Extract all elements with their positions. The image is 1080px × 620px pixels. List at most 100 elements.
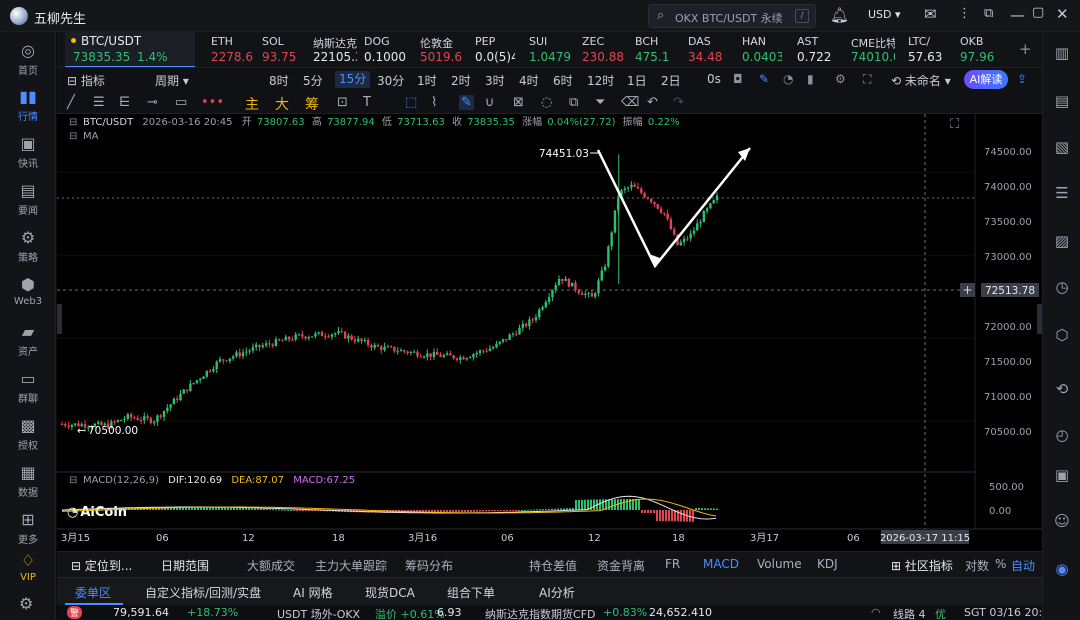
filter-icon[interactable]: ⏷ bbox=[595, 95, 605, 110]
period-dropdown[interactable]: 周期 ▾ bbox=[155, 72, 189, 89]
tab-macd[interactable]: MACD bbox=[703, 557, 739, 571]
sidebar-item-web3[interactable]: ⬢ Web3 bbox=[0, 270, 56, 314]
period-6h[interactable]: 6时 bbox=[553, 72, 573, 89]
ticker-item[interactable]: LTC/57.63 bbox=[908, 32, 946, 67]
notes-icon[interactable]: ▤ bbox=[1043, 92, 1080, 110]
tab-large-trades[interactable]: 大额成交 bbox=[247, 557, 295, 574]
subtab-ai-grid[interactable]: AI 网格 bbox=[293, 584, 333, 601]
list-icon[interactable]: ☰ bbox=[1043, 184, 1080, 202]
period-4h[interactable]: 4时 bbox=[519, 72, 539, 89]
history-icon[interactable]: ◴ bbox=[1043, 426, 1080, 444]
sidebar-item-data[interactable]: ▦ 数据 bbox=[0, 458, 56, 502]
sidebar-item-flash[interactable]: ▣ 快讯 bbox=[0, 129, 56, 173]
ticker-item[interactable]: 纳斯达克22105.3 bbox=[313, 32, 357, 67]
rect-tool-icon[interactable]: ▭ bbox=[175, 95, 187, 110]
period-2h[interactable]: 2时 bbox=[451, 72, 471, 89]
subtab-spot-dca[interactable]: 现货DCA bbox=[365, 584, 415, 601]
tab-divergence[interactable]: 资金背离 bbox=[597, 557, 645, 574]
sidebar-item-assets[interactable]: ▰ 资产 bbox=[0, 317, 56, 361]
sidebar-item-market[interactable]: ▮▮ 行情 bbox=[0, 82, 56, 126]
user-icon[interactable]: ☺ bbox=[1043, 512, 1080, 530]
lock-icon[interactable]: ⊠ bbox=[513, 95, 524, 110]
clock-icon[interactable]: ◷ bbox=[1043, 278, 1080, 296]
period-5m[interactable]: 5分 bbox=[303, 72, 323, 89]
hline-tool-icon[interactable]: ☰ bbox=[93, 95, 105, 110]
tab-big-orders[interactable]: 主力大单跟踪 bbox=[315, 557, 387, 574]
subtab-combo-order[interactable]: 组合下单 bbox=[447, 584, 495, 601]
maximize-icon[interactable]: ▢ bbox=[1032, 5, 1044, 20]
picture-icon[interactable]: ▨ bbox=[1043, 232, 1080, 250]
sidebar-item-strategy[interactable]: ⚙ 策略 bbox=[0, 223, 56, 267]
close-icon[interactable]: ✕ bbox=[1056, 5, 1069, 23]
chip-chips[interactable]: 筹 bbox=[305, 94, 319, 114]
chevrons-icon[interactable]: ⋮ bbox=[958, 6, 971, 21]
mail-icon[interactable]: ✉ bbox=[924, 5, 937, 23]
text-tool-icon[interactable]: T bbox=[363, 95, 371, 110]
shield-icon[interactable]: ⬡ bbox=[1043, 326, 1080, 344]
tab-kdj[interactable]: KDJ bbox=[817, 557, 838, 571]
ticker-item[interactable]: ETH 2278.6 bbox=[211, 32, 255, 67]
period-15m[interactable]: 15分 bbox=[335, 71, 371, 88]
sidebar-item-auth[interactable]: ▩ 授权 bbox=[0, 411, 56, 455]
period-8h[interactable]: 8时 bbox=[269, 72, 289, 89]
magnet-icon[interactable]: ∪ bbox=[485, 95, 495, 110]
chip-main[interactable]: 主 bbox=[245, 94, 259, 114]
indicator-button[interactable]: ⊟ 指标 bbox=[67, 72, 105, 89]
log-scale-toggle[interactable]: 对数 bbox=[965, 557, 989, 574]
connection-line[interactable]: 线路 4 bbox=[893, 606, 926, 620]
period-2d[interactable]: 2日 bbox=[661, 72, 681, 89]
ticker-item[interactable]: ZEC 230.88 bbox=[582, 32, 624, 67]
chart-type-icon[interactable]: ▮ bbox=[807, 72, 814, 86]
add-ticker-icon[interactable]: + bbox=[1019, 40, 1032, 58]
sidebar-item-more[interactable]: ⊞ 更多 bbox=[0, 505, 56, 549]
search-input[interactable]: ⌕ OKX BTC/USDT 永续 / bbox=[648, 4, 816, 28]
draw-active-icon[interactable]: ✎ bbox=[459, 95, 474, 110]
layout-dropdown[interactable]: ⟲ 未命名 ▾ bbox=[891, 72, 951, 89]
panel-icon[interactable]: ▣ bbox=[1043, 466, 1080, 484]
tab-oi-diff[interactable]: 持仓差值 bbox=[529, 557, 577, 574]
ticker-item[interactable]: OKB 97.96 bbox=[960, 32, 1004, 67]
community-indicators-button[interactable]: ⊞ 社区指标 bbox=[891, 557, 953, 574]
ticker-active-btc[interactable]: BTC/USDT 73835.35 1.4% bbox=[65, 32, 195, 67]
fullscreen-icon[interactable]: ⛶ bbox=[863, 72, 871, 87]
eye-icon[interactable]: ◌ bbox=[541, 95, 552, 110]
sidebar-item-home[interactable]: ◎ 首页 bbox=[0, 36, 56, 80]
subtab-ai-analysis[interactable]: AI分析 bbox=[539, 584, 575, 601]
candlestick-chart[interactable]: 74500.00 74000.00 73500.00 73000.00 72000.00… bbox=[57, 114, 1042, 577]
ruler-icon[interactable]: ⌇ bbox=[431, 95, 437, 110]
parallel-tool-icon[interactable]: ⋿ bbox=[119, 95, 130, 110]
alarm-icon[interactable]: ◔ bbox=[783, 72, 793, 86]
sidebar-item-vip[interactable]: ♢ VIP bbox=[0, 546, 56, 590]
currency-select[interactable]: USD ▾ bbox=[868, 8, 901, 21]
tab-fr[interactable]: FR bbox=[665, 557, 680, 571]
orderbook-icon[interactable]: ▧ bbox=[1043, 138, 1080, 156]
tab-chips[interactable]: 筹码分布 bbox=[405, 557, 453, 574]
left-collapse-handle[interactable] bbox=[57, 304, 62, 334]
ticker-item[interactable]: 伦敦金 5019.6 bbox=[420, 32, 465, 67]
tab-volume[interactable]: Volume bbox=[757, 557, 802, 571]
measure-icon[interactable]: ⊡ bbox=[337, 95, 348, 110]
subtab-orders[interactable]: 委单区 bbox=[75, 584, 111, 601]
date-range-button[interactable]: 日期范围 bbox=[161, 557, 209, 574]
ticker-item[interactable]: SOL 93.75 bbox=[262, 32, 306, 67]
period-1h[interactable]: 1时 bbox=[417, 72, 437, 89]
line-tool-icon[interactable]: ╱ bbox=[67, 95, 75, 110]
period-30m[interactable]: 30分 bbox=[377, 72, 404, 89]
ticker-item[interactable]: BCH 475.1 bbox=[635, 32, 677, 67]
restore-icon[interactable]: ⧉ bbox=[984, 6, 993, 21]
trash-icon[interactable]: ⌫ bbox=[621, 95, 639, 110]
settings-gear-icon[interactable]: ⚙ bbox=[835, 72, 846, 86]
sidebar-item-news[interactable]: ▤ 要闻 bbox=[0, 176, 56, 220]
more-tools-icon[interactable]: ••• bbox=[201, 95, 224, 110]
refresh-icon[interactable]: ⟲ bbox=[1043, 380, 1080, 398]
alert-badge[interactable]: 警 bbox=[67, 606, 83, 619]
sidebar-item-chat[interactable]: ▭ 群聊 bbox=[0, 364, 56, 408]
right-collapse-handle[interactable] bbox=[1037, 304, 1042, 334]
ticker-item[interactable]: SUI 1.0479 bbox=[529, 32, 571, 67]
period-12h[interactable]: 12时 bbox=[587, 72, 614, 89]
ticker-item[interactable]: DOG 0.1000 bbox=[364, 32, 408, 67]
bell-icon[interactable]: 🔔︎ bbox=[830, 6, 849, 24]
ticker-item[interactable]: HAN 0.0403 bbox=[742, 32, 782, 67]
ticker-item[interactable]: AST 0.722 bbox=[797, 32, 839, 67]
layout-icon[interactable]: ▥ bbox=[1043, 44, 1080, 62]
